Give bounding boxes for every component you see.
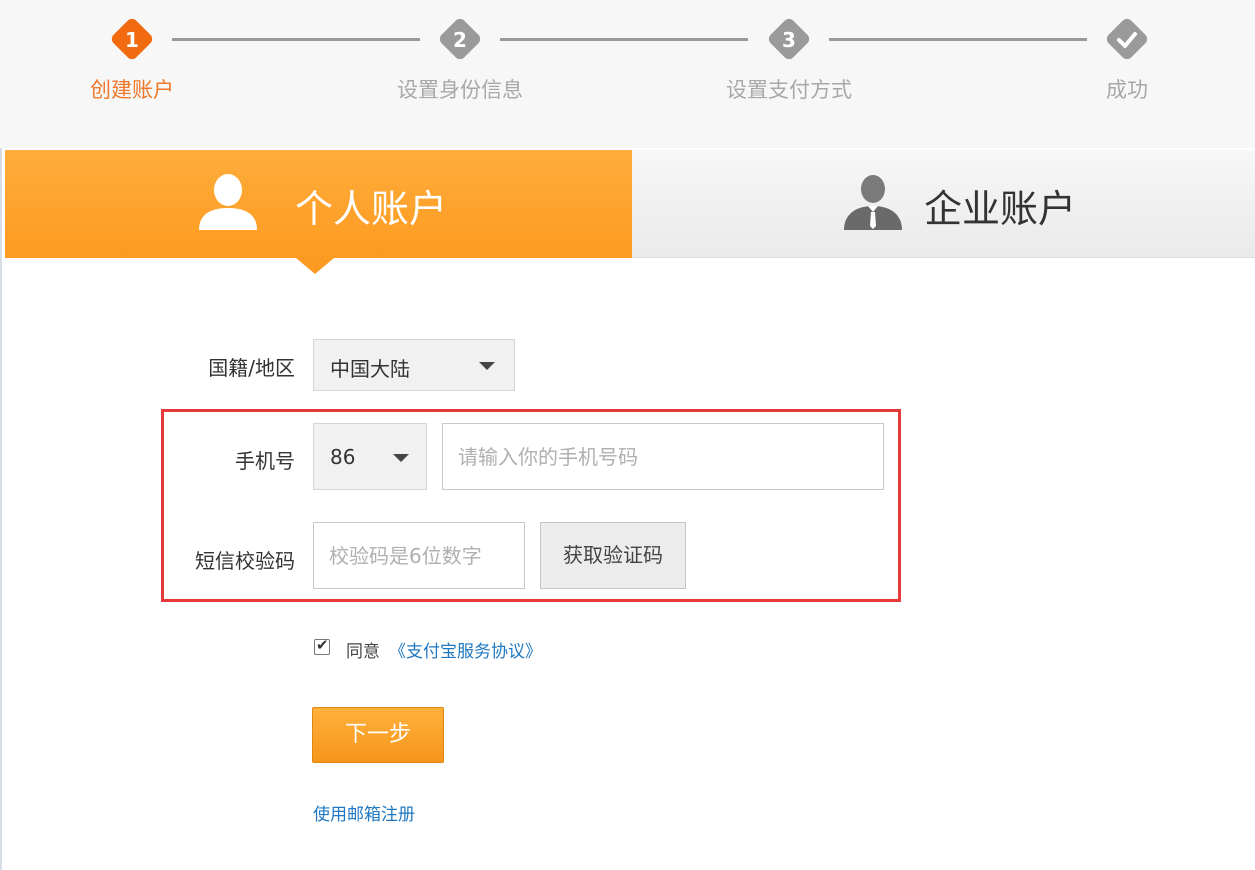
businessman-icon xyxy=(844,175,902,230)
sms-code-label: 短信校验码 xyxy=(195,549,295,573)
active-tab-pointer xyxy=(296,258,334,274)
phone-input[interactable] xyxy=(442,423,884,490)
next-step-button[interactable]: 下一步 xyxy=(312,707,444,763)
step-1-label: 创建账户 xyxy=(90,78,174,102)
get-code-button[interactable]: 获取验证码 xyxy=(540,522,686,589)
step-2-number: 2 xyxy=(453,28,467,52)
region-select[interactable]: 中国大陆 xyxy=(313,339,515,391)
agree-checkbox[interactable]: ✔ xyxy=(314,636,330,655)
region-select-value: 中国大陆 xyxy=(330,357,410,381)
region-label: 国籍/地区 xyxy=(208,356,295,380)
step-3-number: 3 xyxy=(782,28,796,52)
sms-code-input[interactable] xyxy=(313,522,525,589)
step-connector xyxy=(829,38,1087,41)
step-1-number: 1 xyxy=(125,28,139,52)
tab-business-label: 企业账户 xyxy=(924,187,1077,231)
country-code-select[interactable]: 86 xyxy=(313,423,427,490)
email-register-link[interactable]: 使用邮箱注册 xyxy=(313,800,415,825)
step-connector xyxy=(500,38,748,41)
chevron-down-icon xyxy=(479,362,495,370)
step-2-label: 设置身份信息 xyxy=(397,78,523,102)
country-code-value: 86 xyxy=(330,445,356,469)
tab-personal-label: 个人账户 xyxy=(295,187,448,231)
step-3-label: 设置支付方式 xyxy=(726,78,852,102)
step-4-label: 成功 xyxy=(1106,78,1148,102)
phone-label: 手机号 xyxy=(235,449,295,473)
service-agreement-link[interactable]: 《支付宝服务协议》 xyxy=(389,637,542,662)
registration-stepper: 1 创建账户 2 设置身份信息 3 设置支付方式 成功 xyxy=(0,0,1255,148)
check-icon xyxy=(1117,32,1137,48)
person-icon xyxy=(199,174,257,230)
tab-personal-account[interactable]: 个人账户 xyxy=(5,150,632,258)
chevron-down-icon xyxy=(393,454,409,462)
checkmark-icon: ✔ xyxy=(316,636,329,654)
step-connector xyxy=(172,38,420,41)
agree-text: 同意 xyxy=(346,642,380,662)
tab-business-account[interactable]: 企业账户 xyxy=(632,150,1255,258)
